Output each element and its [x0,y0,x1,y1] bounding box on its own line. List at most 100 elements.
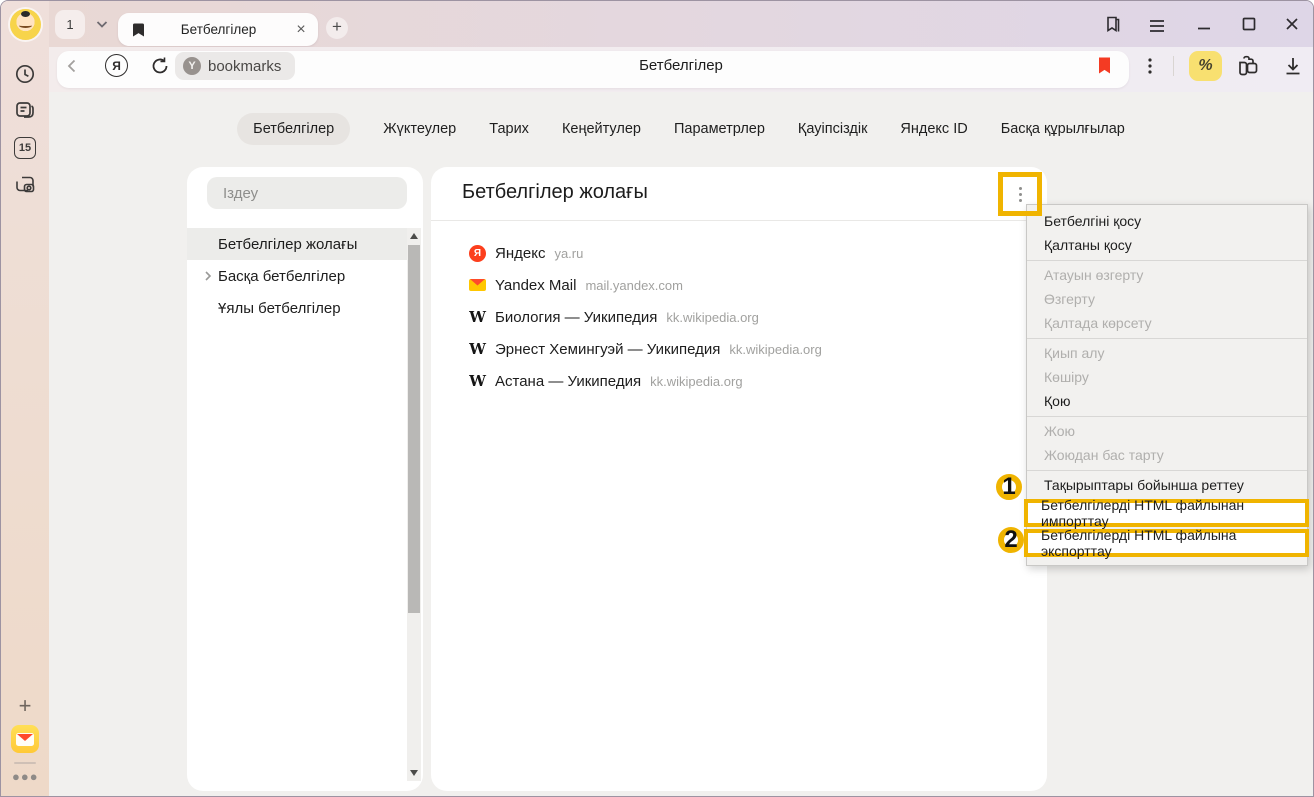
bookmark-title: Биология — Уикипедия [495,309,657,326]
profile-avatar[interactable] [10,9,41,40]
menu-separator [1027,416,1307,417]
bookmarks-manager-page: Бетбелгілер Жүктеулер Тарих Кеңейтулер П… [49,92,1313,796]
yandex-favicon: Я [469,245,486,262]
tab-yandex-id[interactable]: Яндекс ID [900,113,967,145]
titlebar: 1 Бетбелгілер × + [49,1,1313,47]
bookmark-url: ya.ru [554,246,583,261]
chevron-down-icon[interactable] [93,15,111,33]
add-panel-icon[interactable]: + [13,695,37,719]
panel-heading: Бетбелгілер жолағы [462,181,648,204]
bookmark-row[interactable]: W Эрнест Хемингуэй — Уикипедия kk.wikipe… [431,333,1047,365]
bookmark-title: Эрнест Хемингуэй — Уикипедия [495,341,720,358]
discounts-percent-icon[interactable]: % [1189,51,1222,81]
bookmark-added-icon[interactable] [1095,56,1114,75]
menu-cut: Қиып алу [1027,341,1307,365]
folder-mobile-bookmarks[interactable]: Ұялы бетбелгілер [187,292,407,324]
folder-bookmarks-bar[interactable]: Бетбелгілер жолағы [187,228,407,260]
page-title: Бетбелгілер [49,57,1313,74]
menu-add-folder[interactable]: Қалтаны қосу [1027,233,1307,257]
menu-hamburger-icon[interactable] [1147,16,1167,36]
collections-icon[interactable] [1235,53,1261,79]
browser-window: 15 + ●●● 1 Бетбелгілер × [0,0,1314,797]
scrollbar-thumb[interactable] [408,245,420,613]
window-minimize-button[interactable] [1194,14,1214,34]
bookmark-row[interactable]: W Астана — Уикипедия kk.wikipedia.org [431,365,1047,397]
bookmarks-context-menu: Бетбелгіні қосу Қалтаны қосу Атауын өзге… [1026,204,1308,566]
calendar-icon[interactable]: 15 [14,137,36,159]
tab-settings[interactable]: Параметрлер [674,113,765,145]
search-input[interactable] [207,177,407,209]
tab-close-icon[interactable]: × [290,19,312,41]
bookmark-url: mail.yandex.com [585,278,683,293]
annotation-step-2: 2 [998,527,1024,553]
yandex-mail-favicon [469,277,486,294]
menu-separator [1027,470,1307,471]
sidebar-more-icon[interactable]: ●●● [12,769,39,784]
bookmark-row[interactable]: W Биология — Уикипедия kk.wikipedia.org [431,301,1047,333]
scroll-down-icon[interactable] [410,770,418,776]
window-close-button[interactable] [1282,14,1302,34]
menu-sort-by-title[interactable]: Тақырыптары бойынша реттеу [1027,473,1307,497]
folder-label: Бетбелгілер жолағы [218,236,357,253]
new-tab-button[interactable]: + [326,17,348,39]
bookmark-title: Yandex Mail [495,277,576,294]
tab-downloads[interactable]: Жүктеулер [383,113,456,145]
bookmark-row[interactable]: Yandex Mail mail.yandex.com [431,269,1047,301]
menu-undo-delete: Жоюдан бас тарту [1027,443,1307,467]
bookmarks-panel-icon[interactable] [1102,14,1122,34]
menu-delete: Жою [1027,419,1307,443]
tab-title: Бетбелгілер [147,22,290,37]
tab-history[interactable]: Тарих [489,113,529,145]
notes-icon[interactable] [14,99,36,121]
bookmarks-panel: Бетбелгілер жолағы Я Яндекс ya.ru Yandex… [431,167,1047,791]
menu-export-html[interactable]: Бетбелгілерді HTML файлына экспорттау [1028,533,1305,553]
scroll-up-icon[interactable] [410,233,418,239]
menu-separator [1027,338,1307,339]
folder-other-bookmarks[interactable]: Басқа бетбелгілер [187,260,407,292]
toolbar: Я Y bookmarks Бетбелгілер % [49,47,1313,92]
calendar-day: 15 [19,142,31,154]
wikipedia-favicon: W [469,373,486,390]
screenshot-camera-icon[interactable] [14,173,36,195]
folder-label: Ұялы бетбелгілер [218,300,341,317]
folders-panel: Бетбелгілер жолағы Басқа бетбелгілер Ұял… [187,167,423,791]
bookmark-list: Я Яндекс ya.ru Yandex Mail mail.yandex.c… [431,237,1047,397]
bookmark-url: kk.wikipedia.org [666,310,759,325]
wikipedia-favicon: W [469,309,486,326]
folder-label: Басқа бетбелгілер [218,268,345,285]
folders-scrollbar[interactable] [407,228,421,781]
menu-copy: Көшіру [1027,365,1307,389]
menu-add-bookmark[interactable]: Бетбелгіні қосу [1027,209,1307,233]
history-icon[interactable] [14,63,36,85]
bookmark-row[interactable]: Я Яндекс ya.ru [431,237,1047,269]
tab-other-devices[interactable]: Басқа құрылғылар [1001,113,1125,145]
toolbar-kebab-icon[interactable] [1142,56,1158,76]
menu-import-html[interactable]: Бетбелгілерді HTML файлынан импорттау [1028,503,1305,523]
bookmark-title: Яндекс [495,245,545,262]
menu-edit: Өзгерту [1027,287,1307,311]
bookmark-title: Астана — Уикипедия [495,373,641,390]
yandex-mail-app-icon[interactable] [11,725,39,753]
window-maximize-button[interactable] [1239,14,1259,34]
annotation-kebab-highlight [998,172,1042,216]
wikipedia-favicon: W [469,341,486,358]
toolbar-separator [1173,56,1174,76]
tab-security[interactable]: Қауіпсіздік [798,113,868,145]
tab-extensions[interactable]: Кеңейтулер [562,113,641,145]
downloads-icon[interactable] [1281,54,1305,78]
browser-tab[interactable]: Бетбелгілер × [118,13,318,46]
sidebar-divider [14,762,36,764]
annotation-step-1: 1 [996,474,1022,500]
tab-bookmarks[interactable]: Бетбелгілер [237,113,350,145]
highlight-box-import: Бетбелгілерді HTML файлынан импорттау [1024,499,1309,527]
panel-divider [431,220,1047,221]
chevron-right-icon[interactable] [202,270,214,282]
menu-paste[interactable]: Қою [1027,389,1307,413]
tab-group-badge[interactable]: 1 [55,10,85,39]
app-sidebar: 15 + ●●● [1,1,49,796]
menu-show-in-folder: Қалтада көрсету [1027,311,1307,335]
bookmark-url: kk.wikipedia.org [729,342,822,357]
manager-nav-tabs: Бетбелгілер Жүктеулер Тарих Кеңейтулер П… [49,113,1313,145]
bookmark-url: kk.wikipedia.org [650,374,743,389]
folder-tree: Бетбелгілер жолағы Басқа бетбелгілер Ұял… [187,228,407,324]
